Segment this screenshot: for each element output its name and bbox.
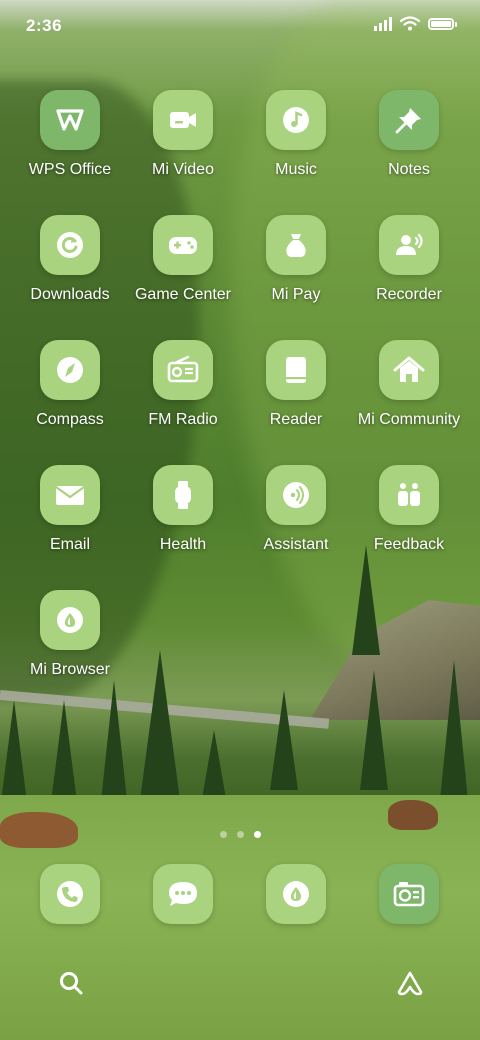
messages-icon <box>153 864 213 924</box>
envelope-icon <box>40 465 100 525</box>
app-label: Notes <box>388 161 430 178</box>
app-label: Mi Community <box>357 411 461 428</box>
app-compass[interactable]: Compass <box>10 340 130 450</box>
browser-icon <box>40 590 100 650</box>
gamepad-icon <box>153 215 213 275</box>
wallpaper-horse <box>388 800 438 830</box>
page-dot[interactable] <box>219 831 227 838</box>
wallpaper-tree <box>360 670 388 790</box>
pin-icon <box>379 90 439 150</box>
app-reader[interactable]: Reader <box>236 340 356 450</box>
page-dot-active[interactable] <box>253 831 261 838</box>
app-health[interactable]: Health <box>123 465 243 575</box>
app-game-center[interactable]: Game Center <box>123 215 243 325</box>
video-camera-icon <box>153 90 213 150</box>
app-music[interactable]: Music <box>236 90 356 200</box>
search-button[interactable] <box>56 968 86 998</box>
home-screen: 2:36 WPS Office Mi Video Music Notes Dow… <box>0 0 480 1040</box>
app-label: Recorder <box>376 286 442 303</box>
wallpaper-tree <box>0 700 28 810</box>
music-note-icon <box>266 90 326 150</box>
wallpaper-tree <box>270 690 298 790</box>
signal-icon <box>374 16 392 31</box>
app-mi-video[interactable]: Mi Video <box>123 90 243 200</box>
phone-icon <box>40 864 100 924</box>
money-bag-icon <box>266 215 326 275</box>
watch-icon <box>153 465 213 525</box>
app-vault-button[interactable] <box>395 968 425 998</box>
dock-messages[interactable] <box>153 864 213 924</box>
app-label: Feedback <box>373 536 445 553</box>
search-icon <box>60 972 83 995</box>
app-assistant[interactable]: Assistant <box>236 465 356 575</box>
wifi-icon <box>400 16 420 31</box>
wallpaper-tree <box>140 650 180 800</box>
dock-browser[interactable] <box>266 864 326 924</box>
app-email[interactable]: Email <box>10 465 130 575</box>
compass-icon <box>40 340 100 400</box>
status-time: 2:36 <box>26 16 63 35</box>
app-mi-community[interactable]: Mi Community <box>349 340 469 450</box>
download-icon <box>40 215 100 275</box>
app-mi-pay[interactable]: Mi Pay <box>236 215 356 325</box>
page-dot[interactable] <box>236 831 244 838</box>
app-fm-radio[interactable]: FM Radio <box>123 340 243 450</box>
app-feedback[interactable]: Feedback <box>349 465 469 575</box>
wps-icon <box>40 90 100 150</box>
wallpaper-tree <box>50 700 78 810</box>
camera-icon <box>379 864 439 924</box>
app-notes[interactable]: Notes <box>349 90 469 200</box>
dock-phone[interactable] <box>40 864 100 924</box>
recorder-icon <box>379 215 439 275</box>
browser-icon <box>266 864 326 924</box>
app-vault-icon <box>397 971 423 996</box>
page-indicator <box>0 831 480 838</box>
app-downloads[interactable]: Downloads <box>10 215 130 325</box>
app-recorder[interactable]: Recorder <box>349 215 469 325</box>
app-label: Mi Browser <box>29 661 110 678</box>
assistant-icon <box>266 465 326 525</box>
home-icon <box>379 340 439 400</box>
app-mi-browser[interactable]: Mi Browser <box>10 590 130 700</box>
status-bar: 2:36 <box>0 0 480 50</box>
feedback-icon <box>379 465 439 525</box>
radio-icon <box>153 340 213 400</box>
wallpaper-tree <box>440 660 468 800</box>
battery-icon <box>428 17 457 30</box>
status-icons <box>374 16 457 31</box>
app-wps-office[interactable]: WPS Office <box>10 90 130 200</box>
dock-camera[interactable] <box>379 864 439 924</box>
book-icon <box>266 340 326 400</box>
wallpaper-horse <box>0 812 78 848</box>
